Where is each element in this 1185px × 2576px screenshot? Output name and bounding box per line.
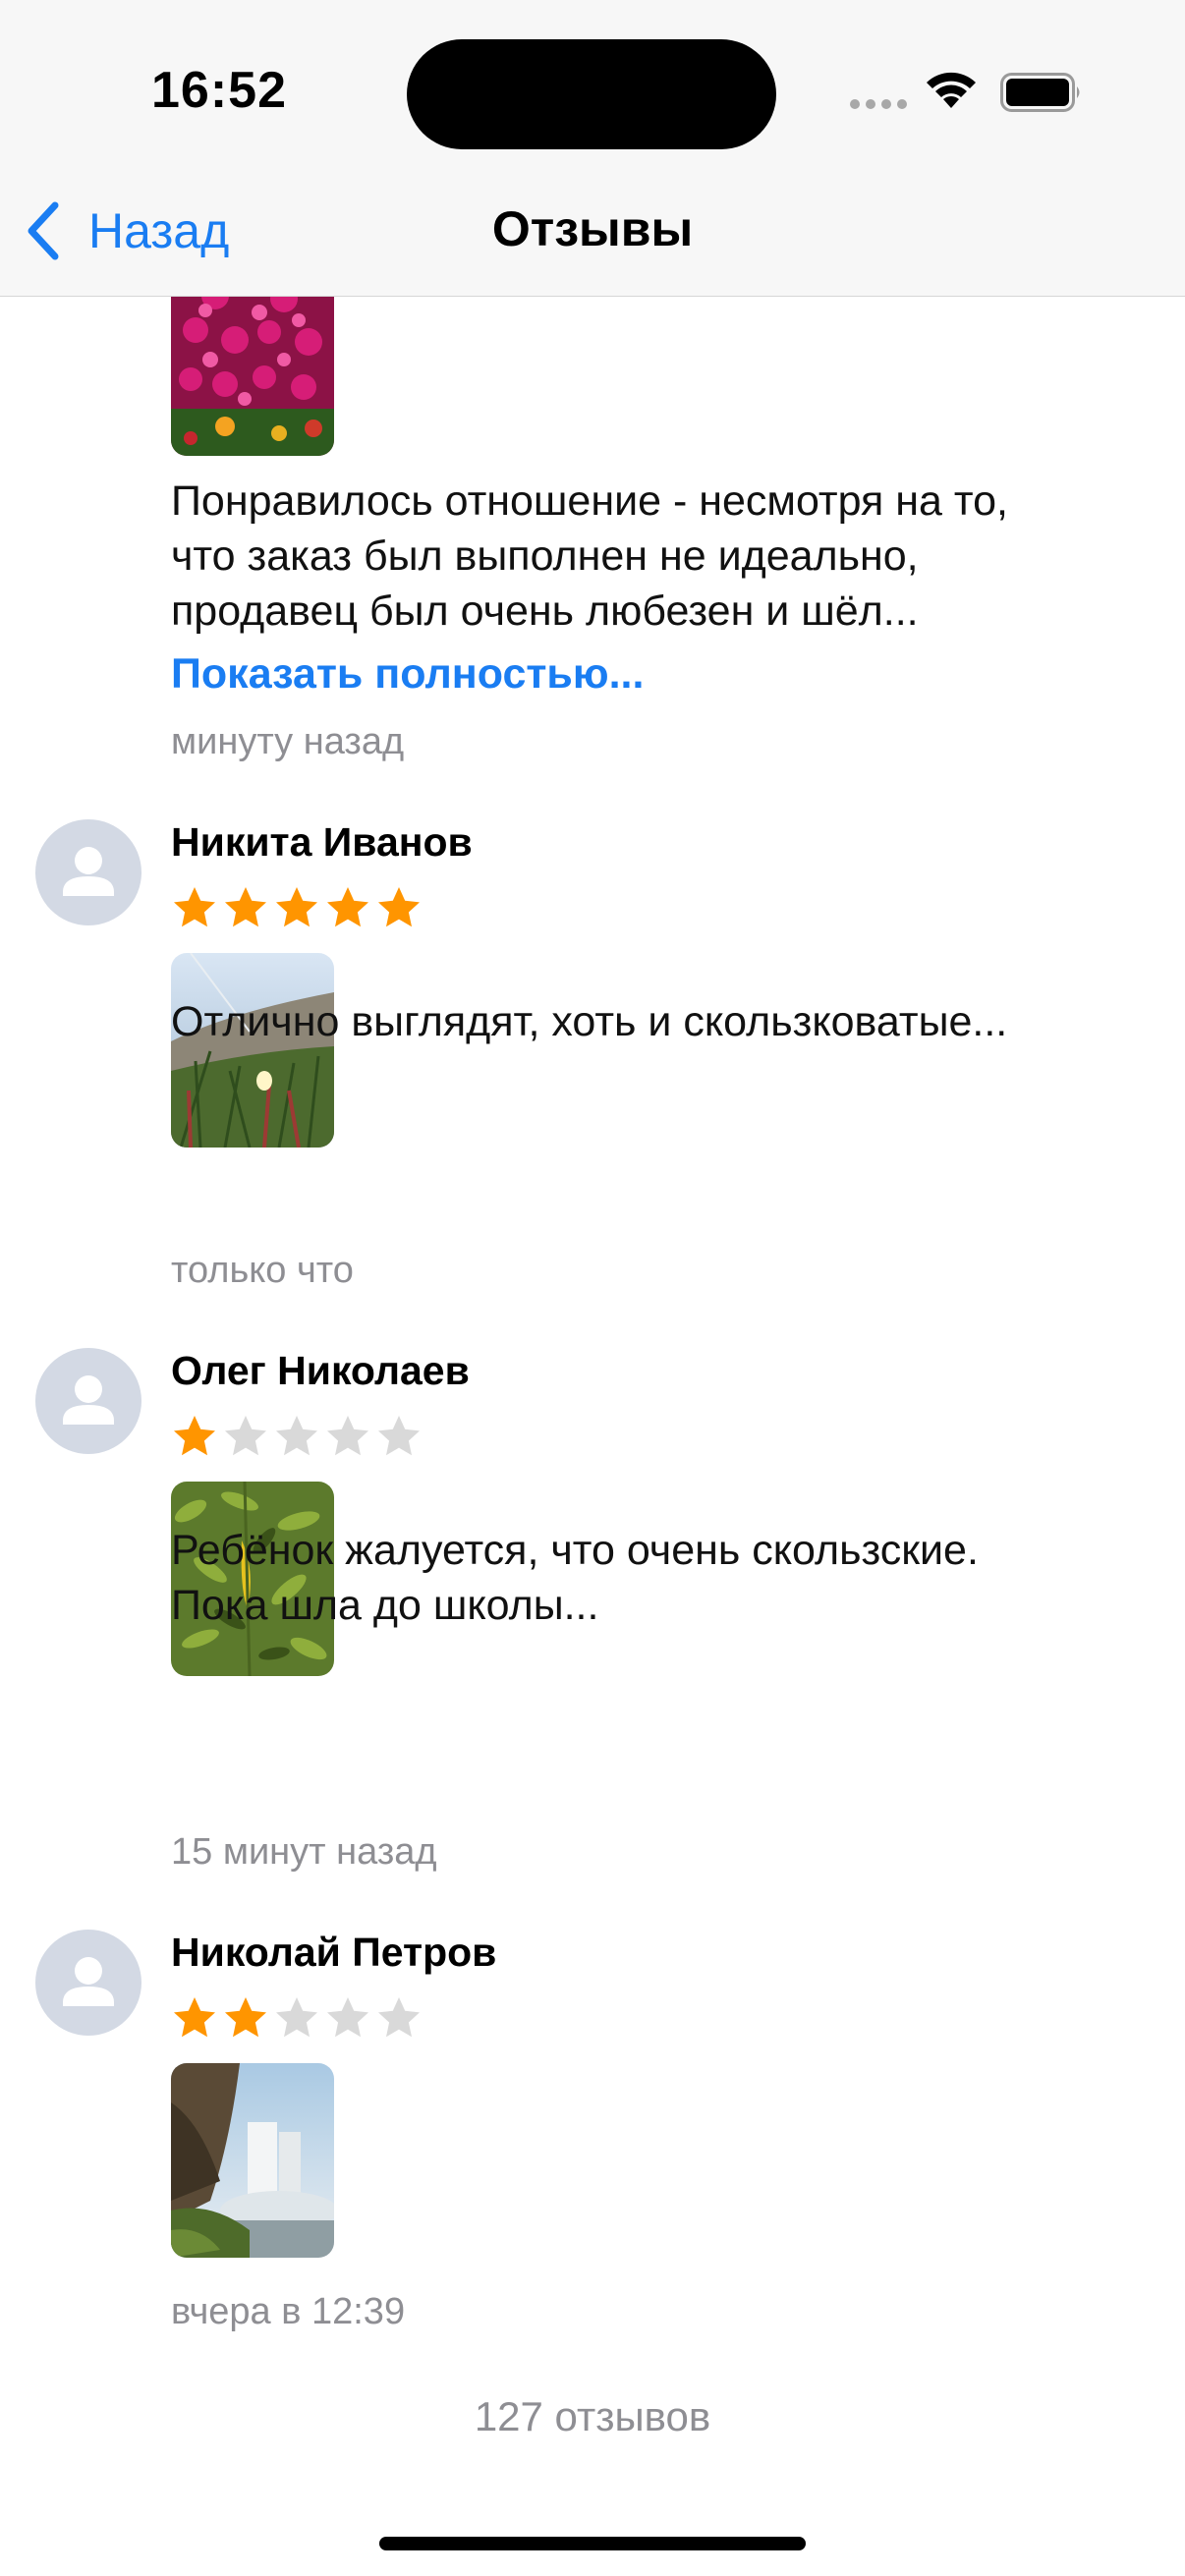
review-text-line: Пока шла до школы... <box>171 1582 599 1629</box>
review-time: 15 минут назад <box>171 1831 437 1873</box>
person-icon <box>63 1957 114 2006</box>
battery-icon <box>1000 73 1080 112</box>
star-filled-icon <box>225 1997 266 2038</box>
star-filled-icon <box>225 887 266 927</box>
star-filled-icon <box>174 887 215 927</box>
dynamic-island <box>407 39 776 149</box>
reviews-screen: 16:52 Назад Отзывы Понравилось отношение… <box>0 0 1185 2576</box>
rating-stars <box>171 1413 423 1462</box>
review-time: минуту назад <box>171 721 405 762</box>
star-empty-icon <box>378 1997 420 2038</box>
star-empty-icon <box>378 1416 420 1456</box>
page-title: Отзывы <box>491 201 694 256</box>
review-text-line: продавец был очень любезен и шёл... <box>171 588 919 635</box>
avatar[interactable] <box>35 1930 141 2036</box>
cellular-signal-icon <box>850 99 907 109</box>
rating-stars <box>171 1994 423 2044</box>
review-time: только что <box>171 1250 354 1291</box>
star-filled-icon <box>174 1416 215 1456</box>
home-indicator[interactable] <box>379 2537 806 2550</box>
review-text-line: Понравилось отношение - несмотря на то, <box>171 477 1008 525</box>
person-icon <box>63 1375 114 1425</box>
review-author: Николай Петров <box>171 1930 497 1975</box>
show-more-link[interactable]: Показать полностью... <box>171 650 644 699</box>
star-empty-icon <box>327 1997 368 2038</box>
review-time: вчера в 12:39 <box>171 2291 406 2332</box>
avatar[interactable] <box>35 1348 141 1454</box>
review-text: Ребёнок жалуется, что очень скользские. … <box>171 1523 1114 1633</box>
star-empty-icon <box>276 1416 317 1456</box>
person-icon <box>63 847 114 896</box>
review-text: Отлично выглядят, хоть и скользковатые..… <box>171 994 1114 1049</box>
wifi-icon <box>927 72 976 108</box>
review-photo-grass[interactable] <box>171 953 334 1148</box>
review-text-line: что заказ был выполнен не идеально, <box>171 532 919 580</box>
review-text-line: Ребёнок жалуется, что очень скользские. <box>171 1527 979 1574</box>
star-filled-icon <box>276 887 317 927</box>
rating-stars <box>171 884 423 933</box>
star-filled-icon <box>327 887 368 927</box>
avatar[interactable] <box>35 819 141 925</box>
review-text-line: Отлично выглядят, хоть и скользковатые..… <box>171 998 1008 1045</box>
review-text: Понравилось отношение - несмотря на то, … <box>171 474 1114 639</box>
top-bar: 16:52 Назад Отзывы <box>0 0 1185 297</box>
star-filled-icon <box>174 1997 215 2038</box>
star-empty-icon <box>225 1416 266 1456</box>
reviews-list[interactable]: Понравилось отношение - несмотря на то, … <box>0 297 1185 2576</box>
review-photo-waterfall[interactable] <box>171 2063 334 2258</box>
review-author: Олег Николаев <box>171 1348 470 1393</box>
review-photo-flowers[interactable] <box>171 297 334 456</box>
reviews-count: 127 отзывов <box>474 2393 711 2439</box>
star-empty-icon <box>327 1416 368 1456</box>
star-empty-icon <box>276 1997 317 2038</box>
star-filled-icon <box>378 887 420 927</box>
review-author: Никита Иванов <box>171 819 473 865</box>
status-time: 16:52 <box>151 62 287 119</box>
